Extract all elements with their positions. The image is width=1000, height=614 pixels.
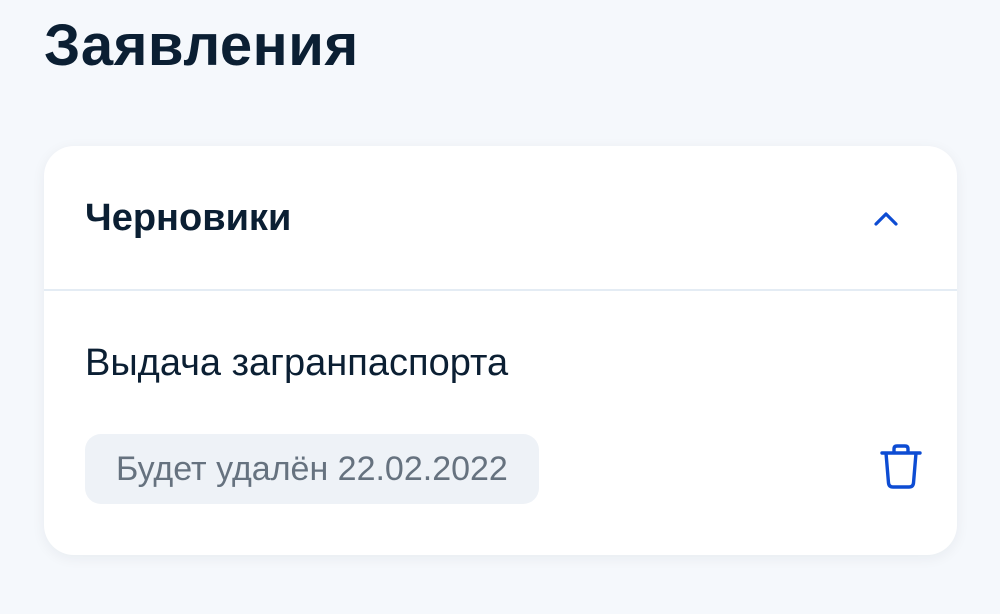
- drafts-card: Черновики Выдача загранпаспорта Будет уд…: [44, 146, 957, 555]
- chevron-up-icon[interactable]: [870, 204, 902, 232]
- drafts-section-title: Черновики: [85, 197, 292, 239]
- deletion-date-badge: Будет удалён 22.02.2022: [85, 434, 539, 504]
- draft-item-title[interactable]: Выдача загранпаспорта: [85, 341, 508, 385]
- drafts-section-header[interactable]: Черновики: [44, 146, 957, 290]
- deletion-date-text: Будет удалён 22.02.2022: [116, 450, 508, 488]
- page-title: Заявления: [44, 13, 359, 78]
- trash-icon[interactable]: [878, 441, 924, 491]
- draft-item: Выдача загранпаспорта Будет удалён 22.02…: [44, 291, 957, 555]
